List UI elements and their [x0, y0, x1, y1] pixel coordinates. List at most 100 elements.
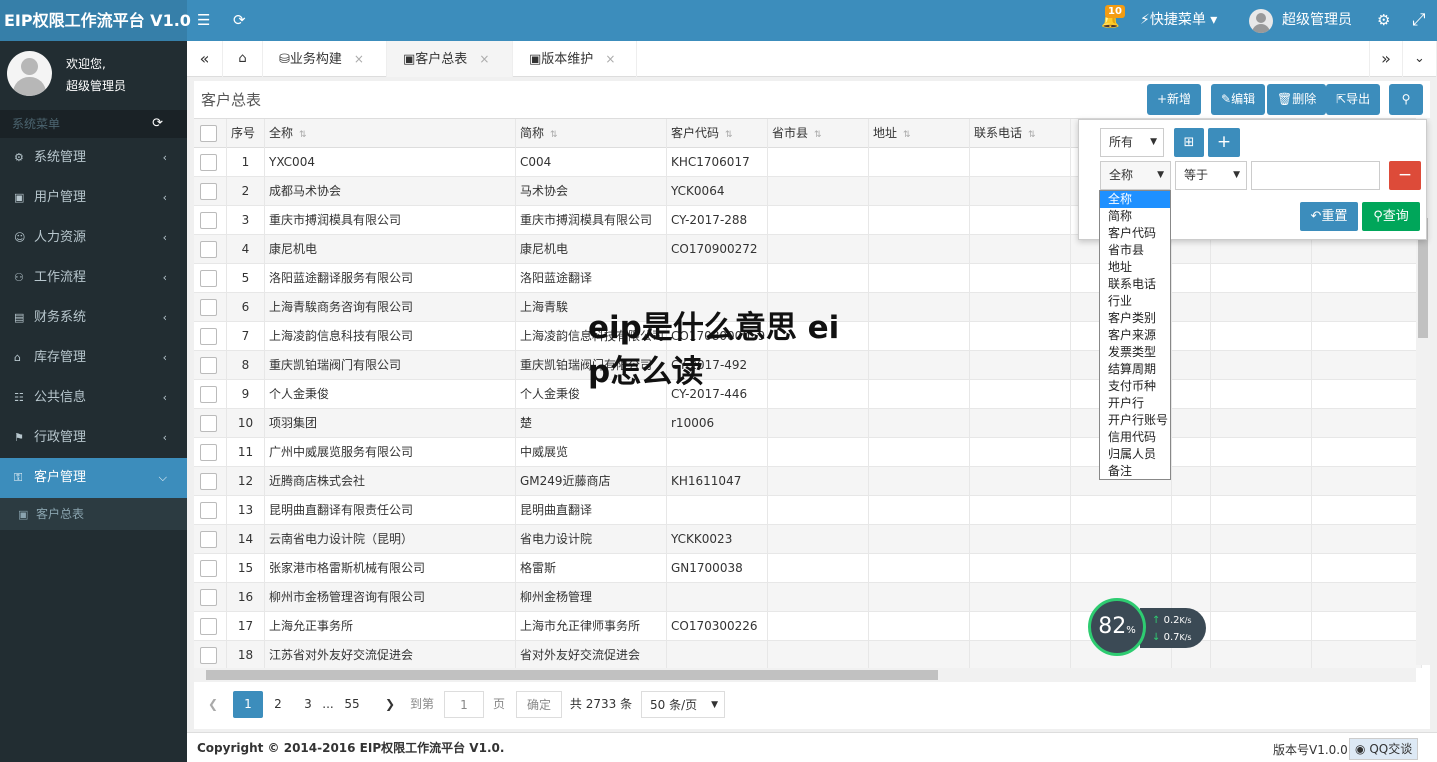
field-option[interactable]: 开户行账号 — [1100, 412, 1170, 429]
horizontal-scrollbar[interactable] — [194, 668, 1416, 682]
user-avatar[interactable] — [1249, 9, 1273, 33]
sidebar-item-2[interactable]: ▣ 用户管理 ‹ — [0, 178, 187, 218]
row-checkbox[interactable] — [200, 618, 217, 635]
row-checkbox[interactable] — [200, 299, 217, 316]
table-row[interactable]: 17 上海允正事务所 上海市允正律师事务所 CO170300226 — [194, 612, 1422, 641]
field-option[interactable]: 备注 — [1100, 463, 1170, 480]
sidebar-item-8[interactable]: ⚑ 行政管理 ‹ — [0, 418, 187, 458]
field-select[interactable]: 全称 ▼ — [1100, 161, 1171, 190]
next-page-icon[interactable]: ❯ — [380, 691, 400, 718]
field-option[interactable]: 开户行 — [1100, 395, 1170, 412]
row-checkbox[interactable] — [200, 444, 217, 461]
row-checkbox[interactable] — [200, 502, 217, 519]
user-menu[interactable]: 超级管理员 — [1282, 0, 1352, 41]
add-button[interactable]: +新增 — [1147, 84, 1202, 115]
table-row[interactable]: 5 洛阳蓝途翻译服务有限公司 洛阳蓝途翻译 — [194, 264, 1422, 293]
page-last[interactable]: 55 — [340, 691, 364, 718]
select-all-checkbox[interactable] — [200, 125, 217, 142]
network-speed-widget[interactable]: ↑ 0.2K/s ↓ 0.7K/s 82% — [1088, 598, 1208, 656]
sidebar-item-3[interactable]: ☺ 人力资源 ‹ — [0, 218, 187, 258]
row-checkbox[interactable] — [200, 415, 217, 432]
sort-icon[interactable]: ⇅ — [550, 130, 558, 140]
page-3[interactable]: 3 — [298, 691, 318, 718]
search-button[interactable]: ⚲ — [1389, 84, 1423, 115]
add-condition-button[interactable]: + — [1208, 128, 1240, 157]
column-header[interactable]: 省市县 ⇅ — [768, 119, 869, 148]
field-option[interactable]: 发票类型 — [1100, 344, 1170, 361]
export-button[interactable]: ⇱导出 — [1326, 84, 1381, 115]
close-icon[interactable]: × — [605, 52, 615, 66]
tab-scroll-right[interactable]: » — [1369, 41, 1403, 77]
column-header[interactable]: 联系电话 ⇅ — [970, 119, 1071, 148]
value-input[interactable] — [1251, 161, 1380, 190]
column-header[interactable]: 序号 — [227, 119, 265, 148]
field-option[interactable]: 归属人员 — [1100, 446, 1170, 463]
quick-menu-dropdown[interactable]: ⚡快捷菜单 ▾ — [1140, 0, 1217, 41]
row-checkbox[interactable] — [200, 473, 217, 490]
column-header[interactable]: 全称 ⇅ — [265, 119, 516, 148]
row-checkbox[interactable] — [200, 270, 217, 287]
table-row[interactable]: 16 柳州市金杨管理咨询有限公司 柳州金杨管理 — [194, 583, 1422, 612]
row-checkbox[interactable] — [200, 183, 217, 200]
sort-icon[interactable]: ⇅ — [299, 130, 307, 140]
table-row[interactable]: 15 张家港市格雷斯机械有限公司 格雷斯 GN1700038 — [194, 554, 1422, 583]
remove-condition-button[interactable]: − — [1389, 161, 1421, 190]
field-option[interactable]: 客户类别 — [1100, 310, 1170, 327]
row-checkbox[interactable] — [200, 386, 217, 403]
sort-icon[interactable]: ⇅ — [1028, 130, 1036, 140]
fullscreen-icon[interactable]: ⤢ — [1412, 0, 1426, 41]
field-option[interactable]: 简称 — [1100, 208, 1170, 225]
table-row[interactable]: 10 项羽集团楚 r10006 — [194, 409, 1422, 438]
row-checkbox[interactable] — [200, 241, 217, 258]
field-option[interactable]: 地址 — [1100, 259, 1170, 276]
column-header[interactable]: 简称 ⇅ — [516, 119, 667, 148]
row-checkbox[interactable] — [200, 212, 217, 229]
edit-button[interactable]: ✎编辑 — [1211, 84, 1266, 115]
query-button[interactable]: ⚲查询 — [1362, 202, 1420, 231]
prev-page-icon[interactable]: ❮ — [202, 691, 224, 718]
delete-button[interactable]: 🗑删除 — [1267, 84, 1327, 115]
page-size-select[interactable]: 50 条/页 ▼ — [641, 691, 725, 718]
page-1[interactable]: 1 — [233, 691, 263, 718]
app-title[interactable]: EIP权限工作流平台 V1.0 — [0, 0, 191, 41]
row-checkbox[interactable] — [200, 328, 217, 345]
tab-menu-dropdown[interactable]: ⌄ — [1403, 41, 1437, 77]
goto-input[interactable]: 1 — [444, 691, 484, 718]
sidebar-subitem-customer-list[interactable]: ▣ 客户总表 — [0, 498, 187, 530]
close-icon[interactable]: × — [354, 52, 364, 66]
tab-business-build[interactable]: ⛁业务构建 × — [263, 41, 387, 77]
sidebar-item-9[interactable]: ⚿ 客户管理 ⌵ — [0, 458, 187, 498]
sort-icon[interactable]: ⇅ — [903, 130, 911, 140]
tab-scroll-left[interactable]: « — [187, 41, 223, 77]
field-option[interactable]: 省市县 — [1100, 242, 1170, 259]
row-checkbox[interactable] — [200, 357, 217, 374]
goto-confirm-button[interactable]: 确定 — [516, 691, 562, 718]
qq-chat-button[interactable]: ◉ QQ交谈 — [1349, 738, 1419, 760]
tab-version[interactable]: ▣版本维护 × — [513, 41, 637, 77]
field-option[interactable]: 行业 — [1100, 293, 1170, 310]
refresh-icon[interactable]: ⟳ — [233, 0, 246, 41]
field-option[interactable]: 支付币种 — [1100, 378, 1170, 395]
home-tab[interactable]: ⌂ — [223, 41, 263, 77]
table-row[interactable]: 13 昆明曲直翻译有限责任公司 昆明曲直翻译 — [194, 496, 1422, 525]
tab-customer-list[interactable]: ▣客户总表 × — [387, 41, 513, 77]
sidebar-item-6[interactable]: ⌂ 库存管理 ‹ — [0, 338, 187, 378]
field-options-list[interactable]: 全称 简称 客户代码 省市县 地址 联系电话 行业 客户类别 客户来源 发票类型 结算周期 支付币种开… — [1099, 190, 1171, 480]
sort-icon[interactable]: ⇅ — [814, 130, 822, 140]
field-option[interactable]: 客户代码 — [1100, 225, 1170, 242]
table-row[interactable]: 11 广州中威展览服务有限公司 中威展览 — [194, 438, 1422, 467]
row-checkbox[interactable] — [200, 647, 217, 664]
field-option[interactable]: 信用代码 — [1100, 429, 1170, 446]
page-2[interactable]: 2 — [268, 691, 288, 718]
add-group-button[interactable]: ⊞ — [1174, 128, 1204, 157]
field-option[interactable]: 联系电话 — [1100, 276, 1170, 293]
row-checkbox[interactable] — [200, 154, 217, 171]
field-option[interactable]: 客户来源 — [1100, 327, 1170, 344]
menu-toggle-icon[interactable]: ☰ — [197, 0, 210, 41]
sidebar-item-7[interactable]: ☷ 公共信息 ‹ — [0, 378, 187, 418]
table-row[interactable]: 18 江苏省对外友好交流促进会 省对外友好交流促进会 — [194, 641, 1422, 668]
sidebar-item-4[interactable]: ⚇ 工作流程 ‹ — [0, 258, 187, 298]
sidebar-item-5[interactable]: ▤ 财务系统 ‹ — [0, 298, 187, 338]
table-row[interactable]: 14 云南省电力设计院（昆明） 省电力设计院 YCKK0023 — [194, 525, 1422, 554]
field-option[interactable]: 全称 — [1100, 191, 1170, 208]
